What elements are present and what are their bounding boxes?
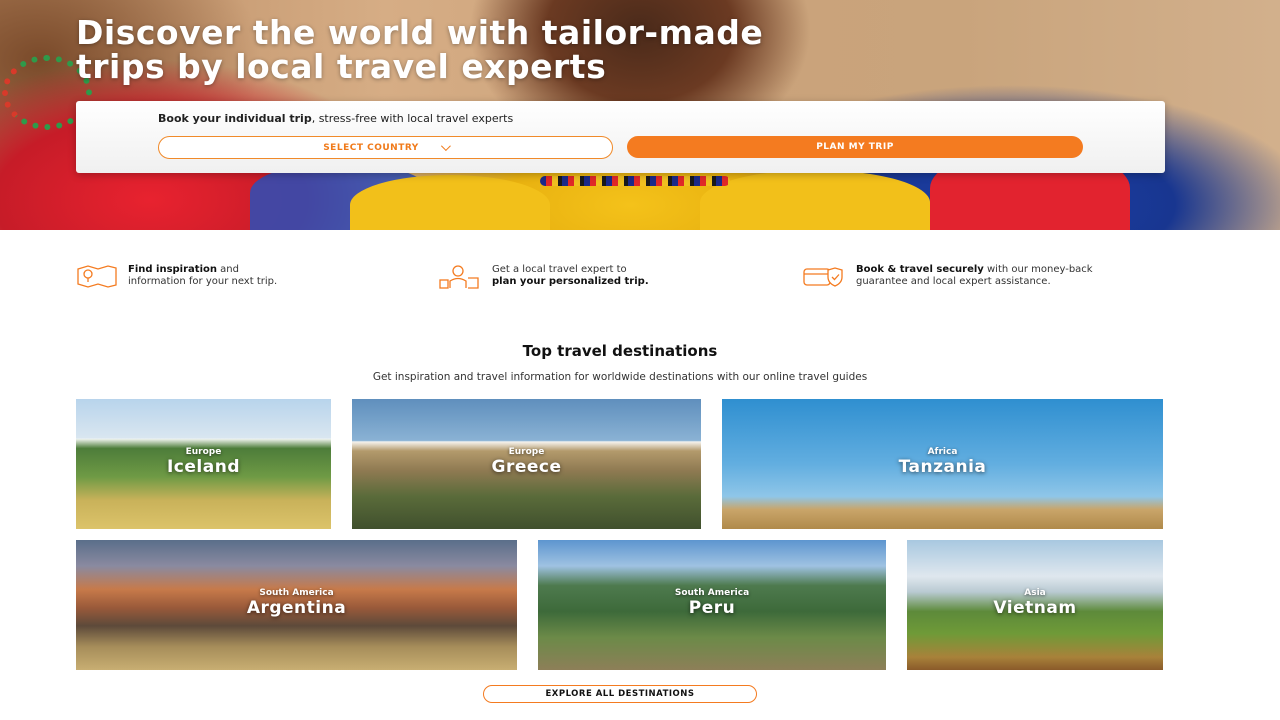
destination-card-vietnam[interactable]: Asia Vietnam — [907, 540, 1163, 670]
feature-text-bold: plan your personalized trip. — [492, 276, 649, 287]
hero-banner: Discover the world with tailor-made trip… — [0, 0, 1280, 230]
destination-name: Argentina — [246, 598, 347, 618]
plan-my-trip-label: PLAN MY TRIP — [816, 142, 894, 152]
travel-expert-icon — [439, 265, 479, 289]
destination-name: Tanzania — [898, 457, 987, 477]
destination-region: Asia — [1024, 588, 1046, 598]
destination-region: Africa — [927, 447, 958, 457]
feature-inspiration-text: Find inspiration and information for you… — [128, 264, 277, 288]
explore-all-destinations-label: EXPLORE ALL DESTINATIONS — [545, 689, 695, 699]
booking-panel: Book your individual trip, stress-free w… — [76, 101, 1165, 173]
map-icon — [77, 265, 117, 288]
destination-card-tanzania[interactable]: Africa Tanzania — [722, 399, 1163, 529]
chevron-down-icon — [440, 141, 451, 152]
destination-region: South America — [674, 588, 750, 598]
destination-region: South America — [259, 588, 334, 598]
destination-card-peru[interactable]: South America Peru — [538, 540, 886, 670]
feature-secure: Book & travel securely with our money-ba… — [802, 264, 1093, 288]
feature-expert-text: Get a local travel expert to plan your p… — [492, 264, 649, 288]
booking-tagline: Book your individual trip, stress-free w… — [158, 112, 513, 125]
destinations-title: Top travel destinations — [522, 342, 718, 360]
hero-title: Discover the world with tailor-made trip… — [76, 16, 1076, 84]
booking-tagline-rest: , stress-free with local travel experts — [311, 112, 514, 125]
feature-expert: Get a local travel expert to plan your p… — [438, 264, 649, 290]
feature-text-bold: Find inspiration — [128, 264, 217, 275]
hero-title-line-2: trips by local travel experts — [76, 47, 607, 86]
destination-card-greece[interactable]: Europe Greece — [352, 399, 701, 529]
hero-image-dress-yellow-left — [350, 175, 550, 230]
country-select[interactable]: SELECT COUNTRY — [158, 136, 613, 159]
feature-text-part: Get a local travel expert to — [492, 264, 627, 275]
booking-tagline-bold: Book your individual trip — [158, 112, 312, 125]
feature-secure-text: Book & travel securely with our money-ba… — [856, 264, 1093, 288]
destination-name: Greece — [491, 457, 562, 477]
feature-text-part: guarantee and local expert assistance. — [856, 276, 1051, 287]
feature-text-bold: Book & travel securely — [856, 264, 984, 275]
destination-name: Peru — [688, 598, 736, 618]
country-select-label: SELECT COUNTRY — [323, 142, 419, 153]
secure-payment-icon — [803, 267, 843, 287]
destination-name: Iceland — [166, 457, 240, 477]
feature-text-part: information for your next trip. — [128, 276, 278, 287]
explore-all-destinations-button[interactable]: EXPLORE ALL DESTINATIONS — [483, 685, 757, 703]
destination-name: Vietnam — [993, 598, 1077, 618]
destination-region: Europe — [185, 447, 222, 457]
plan-my-trip-button[interactable]: PLAN MY TRIP — [627, 136, 1083, 158]
feature-text-part: and — [216, 264, 239, 275]
hero-image-dress-yellow-right — [700, 170, 930, 230]
feature-text-part: with our money-back — [983, 264, 1093, 275]
destination-region: Europe — [508, 447, 545, 457]
hero-image-necklace — [540, 176, 730, 186]
destinations-subtitle: Get inspiration and travel information f… — [372, 371, 868, 383]
destination-card-iceland[interactable]: Europe Iceland — [76, 399, 331, 529]
destination-card-argentina[interactable]: South America Argentina — [76, 540, 517, 670]
feature-inspiration: Find inspiration and information for you… — [76, 264, 277, 288]
